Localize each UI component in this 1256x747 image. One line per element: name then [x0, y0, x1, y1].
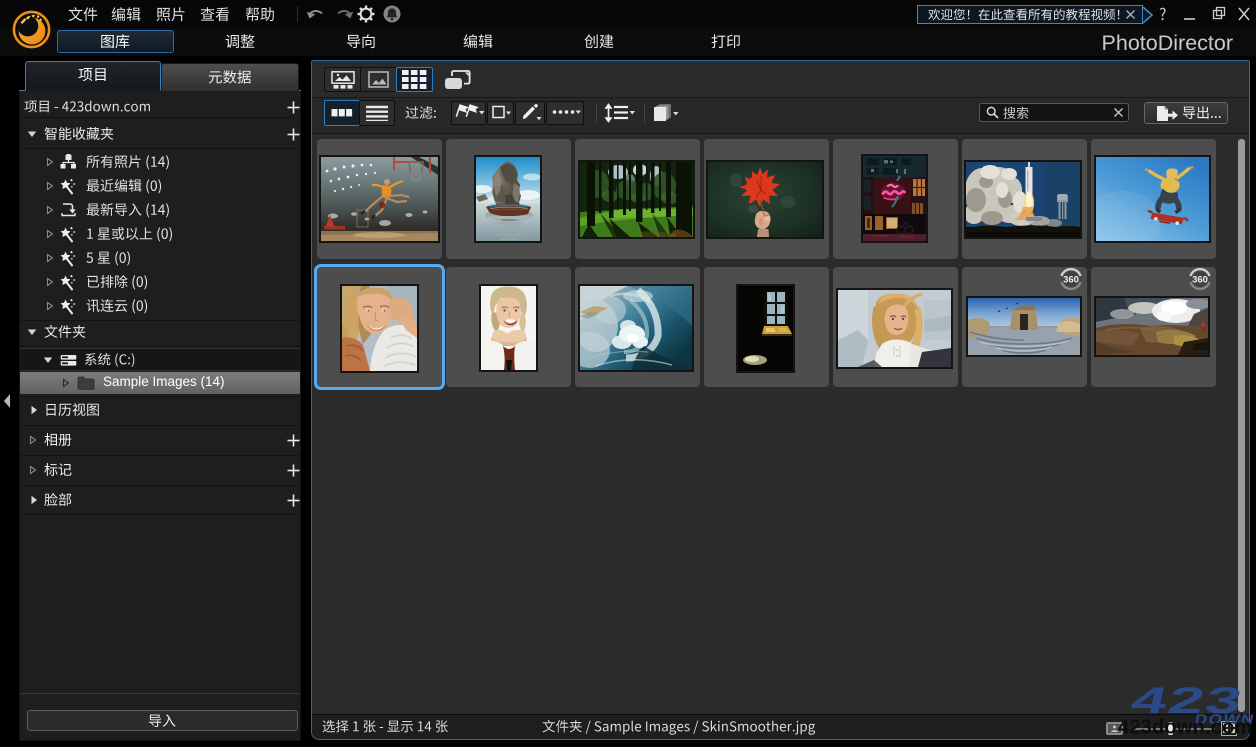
svg-text:360: 360 — [1063, 275, 1079, 286]
svg-text:423down.com: 423down.com — [1118, 717, 1252, 739]
svg-text:360: 360 — [1192, 275, 1208, 286]
